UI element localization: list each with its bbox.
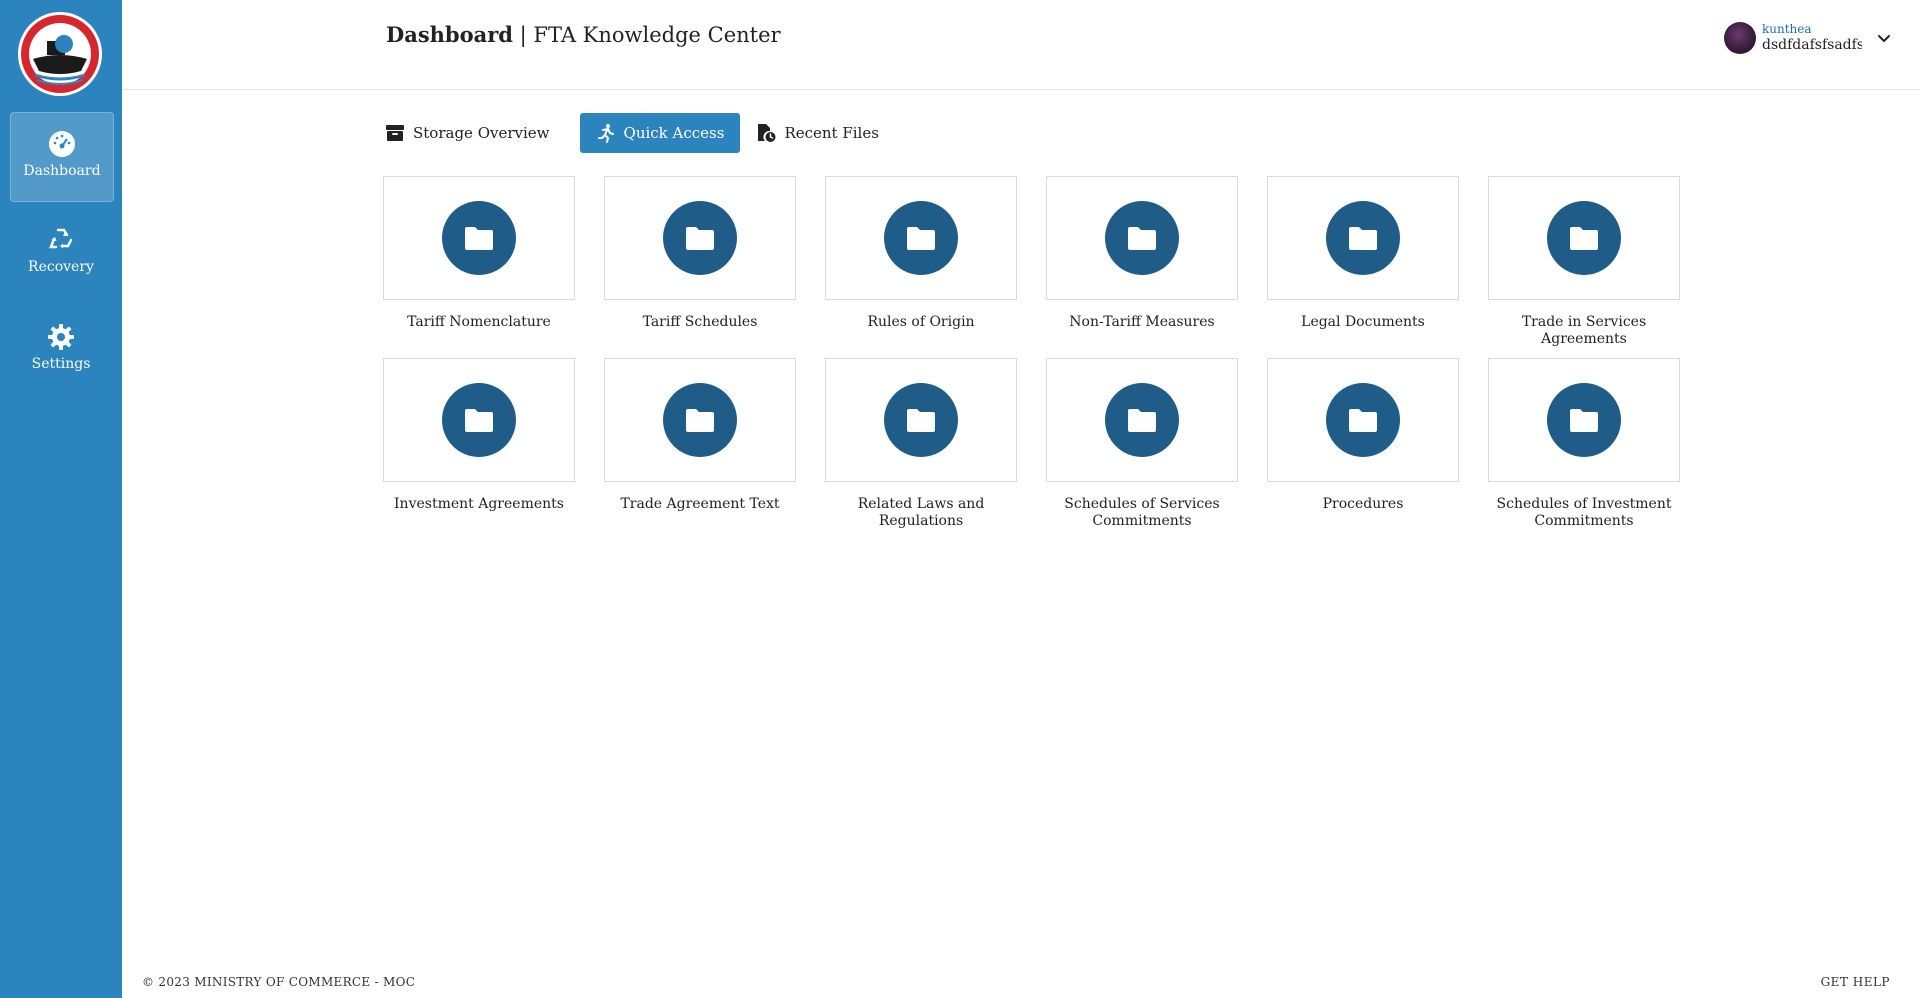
- folder-label: Trade in Services Agreements: [1521, 314, 1647, 347]
- folder-card[interactable]: [604, 358, 796, 482]
- folder-card[interactable]: [383, 358, 575, 482]
- folder-icon: [465, 409, 493, 432]
- folder-label: Investment Agreements: [394, 496, 564, 512]
- user-name: kunthea: [1762, 22, 1812, 36]
- chevron-down-icon[interactable]: [1876, 30, 1892, 46]
- folder-item[interactable]: Tariff Schedules: [604, 176, 796, 358]
- tab-label: Quick Access: [623, 124, 725, 142]
- tab-label: Storage Overview: [413, 124, 550, 142]
- folder-icon: [1349, 227, 1377, 250]
- folder-icon-circle: [663, 201, 737, 275]
- folder-item[interactable]: Trade in Services Agreements: [1488, 176, 1680, 358]
- gauge-icon: [49, 131, 75, 157]
- folder-item[interactable]: Tariff Nomenclature: [383, 176, 575, 358]
- moc-emblem-logo[interactable]: [17, 11, 103, 97]
- page-title-separator: |: [512, 23, 534, 47]
- folder-icon: [1570, 227, 1598, 250]
- folder-label: Rules of Origin: [867, 314, 975, 330]
- folder-label: Tariff Schedules: [642, 314, 758, 330]
- folder-card[interactable]: [825, 176, 1017, 300]
- folder-card[interactable]: [1046, 358, 1238, 482]
- user-info: kunthea dsdfdafsfsadfs: [1762, 22, 1862, 55]
- folder-label: Non-Tariff Measures: [1069, 314, 1215, 330]
- folder-item[interactable]: Non-Tariff Measures: [1046, 176, 1238, 358]
- folder-icon: [1570, 409, 1598, 432]
- folder-item[interactable]: Legal Documents: [1267, 176, 1459, 358]
- folder-icon: [907, 227, 935, 250]
- folder-card[interactable]: [1267, 176, 1459, 300]
- folder-card[interactable]: [604, 176, 796, 300]
- folder-card[interactable]: [1488, 358, 1680, 482]
- folder-grid: Tariff Nomenclature Tariff Schedules Rul…: [383, 176, 1680, 540]
- folder-card[interactable]: [383, 176, 575, 300]
- folder-icon-circle: [663, 383, 737, 457]
- folder-card[interactable]: [1488, 176, 1680, 300]
- folder-icon: [907, 409, 935, 432]
- folder-icon-circle: [1547, 383, 1621, 457]
- folder-icon-circle: [1105, 383, 1179, 457]
- footer-copyright: © 2023 MINISTRY OF COMMERCE - MOC: [142, 975, 416, 989]
- archive-box-icon: [386, 125, 404, 141]
- tab-storage-overview[interactable]: Storage Overview: [385, 113, 564, 153]
- folder-icon: [1349, 409, 1377, 432]
- folder-icon-circle: [884, 383, 958, 457]
- folder-label: Schedules of Investment Commitments: [1496, 496, 1672, 529]
- folder-card[interactable]: [825, 358, 1017, 482]
- folder-item[interactable]: Procedures: [1267, 358, 1459, 540]
- folder-item[interactable]: Investment Agreements: [383, 358, 575, 540]
- sidebar-item-dashboard[interactable]: Dashboard: [10, 112, 114, 202]
- sidebar-item-label: Recovery: [28, 259, 94, 275]
- folder-label: Legal Documents: [1301, 314, 1425, 330]
- folder-icon-circle: [884, 201, 958, 275]
- folder-item[interactable]: Trade Agreement Text: [604, 358, 796, 540]
- folder-icon-circle: [442, 383, 516, 457]
- sidebar: Dashboard Recovery Settings: [0, 0, 122, 998]
- folder-icon: [465, 227, 493, 250]
- folder-label: Related Laws and Regulations: [857, 496, 985, 529]
- gear-icon: [48, 324, 74, 350]
- page-title-app-name: FTA Knowledge Center: [533, 23, 781, 47]
- folder-item[interactable]: Schedules of Services Commitments: [1046, 358, 1238, 540]
- top-header: Dashboard | FTA Knowledge Center kunthea…: [122, 0, 1920, 90]
- file-clock-icon: [758, 124, 776, 142]
- tab-quick-access[interactable]: Quick Access: [579, 113, 741, 153]
- user-subtitle: dsdfdafsfsadfs: [1762, 37, 1862, 53]
- folder-label: Procedures: [1322, 496, 1404, 512]
- get-help-link[interactable]: GET HELP: [1821, 975, 1890, 989]
- running-person-icon: [597, 124, 614, 143]
- folder-card[interactable]: [1267, 358, 1459, 482]
- sidebar-item-label: Settings: [31, 356, 91, 372]
- user-menu[interactable]: kunthea dsdfdafsfsadfs: [1724, 22, 1892, 55]
- sidebar-item-settings[interactable]: Settings: [10, 306, 112, 394]
- folder-label: Trade Agreement Text: [620, 496, 780, 512]
- folder-icon: [686, 409, 714, 432]
- folder-icon-circle: [1547, 201, 1621, 275]
- folder-item[interactable]: Rules of Origin: [825, 176, 1017, 358]
- folder-item[interactable]: Related Laws and Regulations: [825, 358, 1017, 540]
- sidebar-item-recovery[interactable]: Recovery: [10, 209, 112, 297]
- folder-icon-circle: [442, 201, 516, 275]
- recycle-icon: [49, 228, 73, 249]
- folder-icon: [686, 227, 714, 250]
- folder-icon: [1128, 227, 1156, 250]
- folder-icon-circle: [1326, 201, 1400, 275]
- folder-icon-circle: [1105, 201, 1179, 275]
- app-root: Dashboard Recovery Settings Dashboard | …: [0, 0, 1920, 998]
- sidebar-item-label: Dashboard: [23, 163, 101, 179]
- folder-card[interactable]: [1046, 176, 1238, 300]
- folder-icon-circle: [1326, 383, 1400, 457]
- tab-label: Recent Files: [784, 124, 879, 142]
- folder-label: Schedules of Services Commitments: [1064, 496, 1220, 529]
- folder-label: Tariff Nomenclature: [407, 314, 551, 330]
- avatar[interactable]: [1724, 22, 1756, 55]
- folder-item[interactable]: Schedules of Investment Commitments: [1488, 358, 1680, 540]
- view-tabs: Storage Overview Quick Access Recent Fil…: [385, 113, 909, 153]
- tab-recent-files[interactable]: Recent Files: [756, 113, 892, 153]
- page-title: Dashboard | FTA Knowledge Center: [386, 22, 781, 47]
- page-title-bold: Dashboard: [386, 22, 513, 47]
- folder-icon: [1128, 409, 1156, 432]
